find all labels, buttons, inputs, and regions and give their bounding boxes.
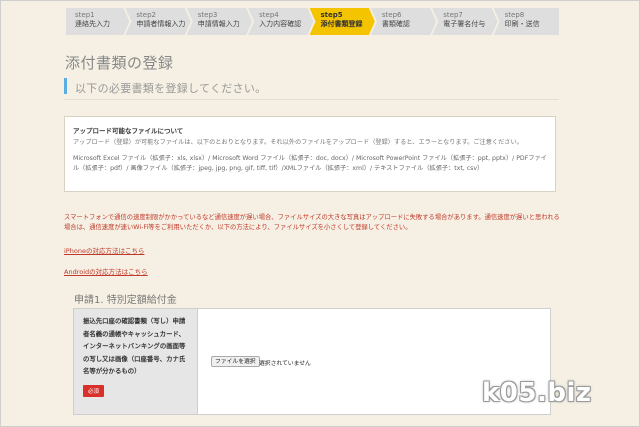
- upload-info-box: アップロード可能なファイルについて アップロード（登録）が可能なファイルは、以下…: [64, 116, 556, 192]
- step-label: 申請情報入力: [197, 20, 240, 28]
- step-2: step2 申請者情報入力: [125, 8, 190, 35]
- step-label: 書類確認: [381, 20, 410, 28]
- step-number: step1: [75, 11, 95, 19]
- step-label: 添付書類登録: [320, 20, 363, 28]
- step-number: step3: [197, 11, 218, 19]
- iphone-help-link[interactable]: iPhoneの対応方法はこちら: [64, 245, 144, 255]
- file-status-text: 選択されていません: [259, 361, 311, 367]
- step-number: step4: [259, 11, 279, 19]
- android-help-link[interactable]: Androidの対応方法はこちら: [64, 266, 148, 276]
- step-number: step7: [443, 11, 463, 19]
- step-label: 連絡先入力: [75, 20, 110, 28]
- divider: [64, 99, 559, 100]
- step-label: 電子署名付与: [443, 20, 486, 28]
- step-8: step8 印刷・送信: [493, 8, 559, 35]
- page-title: 添付書類の登録: [65, 54, 174, 72]
- step-label: 申請者情報入力: [136, 20, 186, 28]
- step-number: step5: [320, 11, 343, 19]
- page-subtitle: 以下の必要書類を登録してください。: [75, 82, 267, 95]
- step-number: step8: [504, 11, 525, 19]
- info-title: アップロード可能なファイルについて: [73, 127, 184, 135]
- step-progress-bar: step1 連絡先入力 step2 申請者情報入力 step3 申請情報入力 s…: [66, 8, 559, 35]
- step-number: step2: [136, 11, 156, 19]
- choose-file-button[interactable]: ファイルを選択: [211, 356, 260, 367]
- step-7: step7 電子署名付与: [432, 8, 497, 35]
- step-label: 印刷・送信: [504, 20, 540, 28]
- step-number: step6: [381, 11, 402, 19]
- step-4: step4 入力内容確認: [248, 8, 313, 35]
- warning-text: スマートフォンで通信の速度制限がかかっているなど通信速度が遅い場合、ファイルサイ…: [64, 214, 560, 231]
- section-heading: 申請1. 特別定額給付金: [74, 295, 177, 306]
- required-badge: 必須: [83, 384, 105, 397]
- step-6: step6 書類確認: [371, 8, 436, 35]
- subtitle-accent-bar: [64, 78, 67, 94]
- field-label: 振込先口座の確認書類（写し）申請者名義の通帳やキャッシュカード、インターネットバ…: [83, 317, 186, 375]
- step-3: step3 申請情報入力: [187, 8, 252, 35]
- info-text: アップロード（登録）が可能なファイルは、以下のとおりとなります。それ以外のファイ…: [73, 139, 523, 146]
- allowed-file-types: Microsoft Excel ファイル（拡張子：xls, xlsx）/ Mic…: [73, 155, 547, 172]
- field-label-cell: 振込先口座の確認書類（写し）申請者名義の通帳やキャッシュカード、インターネットバ…: [74, 309, 198, 414]
- attachment-form-row: 振込先口座の確認書類（写し）申請者名義の通帳やキャッシュカード、インターネットバ…: [73, 308, 551, 415]
- watermark: k05.biz: [482, 378, 592, 408]
- step-1: step1 連絡先入力: [66, 8, 129, 35]
- step-label: 入力内容確認: [259, 20, 302, 28]
- step-5-active: step5 添付書類登録: [310, 8, 375, 35]
